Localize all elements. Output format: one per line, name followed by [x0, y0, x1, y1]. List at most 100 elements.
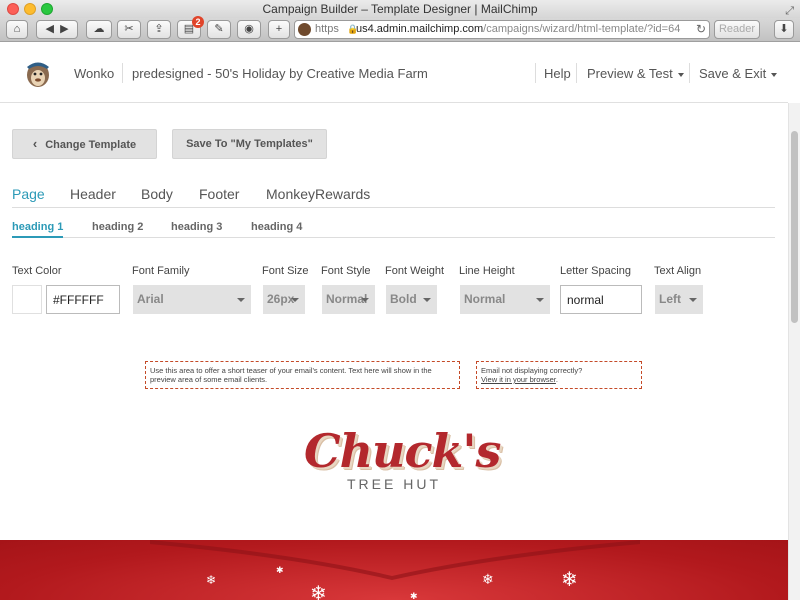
font-style-select[interactable]: Normal — [322, 285, 375, 314]
preview-test-label: Preview & Test — [587, 66, 673, 81]
snowflake-icon: ❄ — [482, 571, 494, 587]
logo-title: Chuck's — [304, 424, 501, 478]
help-link[interactable]: Help — [544, 66, 571, 81]
subtab-heading-1[interactable]: heading 1 — [12, 221, 64, 238]
minimize-window-button[interactable] — [24, 3, 36, 15]
reader-button[interactable]: Reader — [714, 20, 760, 39]
font-weight-value: Bold — [390, 292, 417, 306]
header-divider — [576, 63, 577, 83]
save-exit-menu[interactable]: Save & Exit — [699, 66, 778, 81]
address-bar[interactable]: https 🔒 us4.admin.mailchimp.com/campaign… — [294, 20, 710, 39]
downloads-button[interactable]: ⬇ — [774, 20, 794, 39]
new-tab-button[interactable]: + — [268, 20, 290, 39]
extension-button[interactable]: ▤ 2 — [177, 16, 204, 39]
line-height-select[interactable]: Normal — [460, 285, 550, 314]
chevron-down-icon — [423, 298, 431, 302]
reload-icon[interactable]: ↻ — [696, 21, 706, 38]
scissors-icon: ✂ — [124, 23, 134, 35]
save-to-my-templates-button[interactable]: Save To "My Templates" — [172, 129, 327, 159]
privacy-button[interactable]: ◉ — [237, 20, 261, 39]
snowflake-icon: ✱ — [410, 591, 418, 600]
line-height-value: Normal — [464, 292, 506, 306]
text-align-label: Text Align — [654, 265, 702, 277]
save-exit-label: Save & Exit — [699, 66, 767, 81]
letter-spacing-label: Letter Spacing — [560, 265, 631, 277]
icloud-tabs-button[interactable]: ☁ — [86, 20, 112, 39]
font-size-label: Font Size — [262, 265, 309, 277]
chevron-down-icon — [361, 298, 369, 302]
text-color-swatch[interactable] — [12, 285, 42, 314]
tab-monkeyrewards[interactable]: MonkeyRewards — [266, 186, 370, 202]
snowflake-icon: ✱ — [276, 565, 284, 575]
tab-header[interactable]: Header — [70, 186, 116, 202]
header-divider — [122, 63, 123, 83]
preheader-browser-block[interactable]: Email not displaying correctly? View it … — [476, 361, 642, 389]
url-text: us4.admin.mailchimp.com/campaigns/wizard… — [356, 21, 686, 38]
back-forward-buttons[interactable]: ◀ ▶ — [36, 20, 78, 39]
snowflake-icon: ❄ — [561, 569, 578, 591]
header-divider — [689, 63, 690, 83]
close-window-button[interactable] — [7, 3, 19, 15]
chevron-down-icon — [536, 298, 544, 302]
scissors-button[interactable]: ✂ — [117, 20, 141, 39]
campaign-name: predesigned - 50's Holiday by Creative M… — [132, 66, 428, 81]
font-family-select[interactable]: Arial — [133, 285, 251, 314]
preheader-teaser-block[interactable]: Use this area to offer a short teaser of… — [145, 361, 460, 389]
site-favicon-icon — [298, 23, 311, 36]
header-divider — [535, 63, 536, 83]
preheader-period: . — [555, 375, 558, 384]
holiday-banner[interactable]: ❄ ✱ ❄ ✱ ❄ ❄ — [0, 540, 788, 600]
view-in-browser-link[interactable]: View it in your browser — [481, 375, 556, 384]
font-size-select[interactable]: 26px — [263, 285, 305, 314]
snowflake-icon: ❄ — [310, 583, 327, 600]
preheader-browser-text: Email not displaying correctly? — [481, 366, 583, 375]
subtab-heading-3[interactable]: heading 3 — [171, 221, 222, 236]
scrollbar-thumb[interactable] — [791, 131, 798, 323]
url-host: us4.admin.mailchimp.com — [356, 23, 484, 35]
font-weight-select[interactable]: Bold — [386, 285, 437, 314]
zoom-window-button[interactable] — [41, 3, 53, 15]
letter-spacing-input[interactable] — [560, 285, 642, 314]
subtab-heading-2[interactable]: heading 2 — [92, 221, 143, 236]
tools-button[interactable]: ✎ — [207, 20, 231, 39]
text-color-input[interactable] — [46, 285, 120, 314]
change-template-label: Change Template — [45, 139, 137, 151]
text-align-select[interactable]: Left — [655, 285, 703, 314]
banner-ribbon — [150, 540, 640, 580]
chevron-down-icon — [689, 298, 697, 302]
cloud-icon: ☁ — [93, 23, 105, 35]
chevron-left-icon: ‹ — [32, 136, 38, 151]
change-template-button[interactable]: ‹ Change Template — [12, 129, 157, 159]
url-protocol: https — [315, 23, 339, 35]
font-family-label: Font Family — [132, 265, 190, 277]
shield-icon: ◉ — [244, 23, 254, 35]
back-icon: ◀ — [45, 23, 54, 35]
chevron-down-icon — [291, 298, 299, 302]
forward-icon: ▶ — [60, 23, 69, 35]
heading-subtabs: heading 1 heading 2 heading 3 heading 4 — [12, 220, 775, 238]
plus-icon: + — [275, 23, 283, 35]
username[interactable]: Wonko — [74, 66, 114, 81]
home-icon: ⌂ — [13, 23, 21, 35]
chevron-down-icon — [237, 298, 245, 302]
home-button[interactable]: ⌂ — [6, 20, 28, 39]
browser-toolbar: ⌂ ◀ ▶ ☁ ✂ ⇪ ▤ 2 ✎ ◉ + https 🔒 us4.admin.… — [0, 16, 800, 42]
chevron-down-icon — [677, 72, 684, 77]
notification-badge: 2 — [192, 16, 204, 28]
share-button[interactable]: ⇪ — [147, 20, 171, 39]
page-scrollbar[interactable] — [788, 103, 800, 600]
tab-page[interactable]: Page — [12, 186, 45, 202]
window-title: Campaign Builder – Template Designer | M… — [262, 2, 538, 16]
text-align-value: Left — [659, 292, 681, 306]
logo-subtitle: TREE HUT — [347, 476, 441, 492]
line-height-label: Line Height — [459, 265, 515, 277]
window-titlebar: Campaign Builder – Template Designer | M… — [0, 0, 800, 18]
tab-body[interactable]: Body — [141, 186, 173, 202]
font-family-value: Arial — [137, 292, 164, 306]
subtab-heading-4[interactable]: heading 4 — [251, 221, 302, 236]
font-weight-label: Font Weight — [385, 265, 445, 277]
email-header-logo[interactable]: Chuck's TREE HUT — [304, 424, 501, 492]
tab-footer[interactable]: Footer — [199, 186, 239, 202]
freddie-logo-icon[interactable] — [24, 58, 52, 88]
preview-test-menu[interactable]: Preview & Test — [587, 66, 684, 81]
